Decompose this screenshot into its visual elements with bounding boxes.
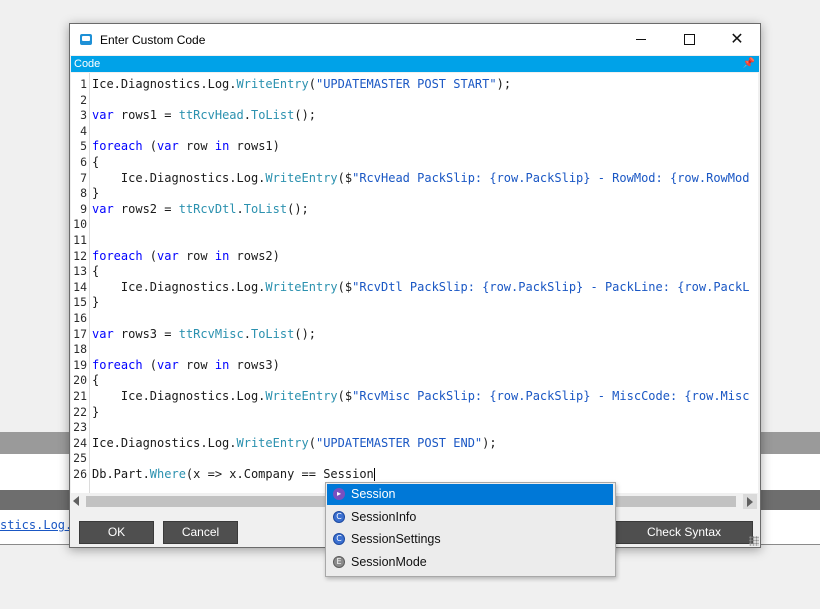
cancel-button[interactable]: Cancel <box>163 521 238 544</box>
scroll-left-icon[interactable] <box>73 496 79 506</box>
line-number: 25 <box>73 451 87 466</box>
line-number: 10 <box>73 217 87 232</box>
ok-button[interactable]: OK <box>79 521 154 544</box>
autocomplete-item[interactable]: ▸ Session <box>327 484 613 505</box>
class-icon: C <box>333 533 345 545</box>
pin-icon[interactable]: 📌 <box>743 56 755 72</box>
line-number: 8 <box>80 186 87 201</box>
autocomplete-popup: ▸ Session C SessionInfo C SessionSettings E Ses… <box>325 482 616 577</box>
resize-grip-icon[interactable] <box>749 536 759 546</box>
autocomplete-item[interactable]: C SessionInfo <box>327 507 613 528</box>
code-text[interactable]: } <box>92 186 99 200</box>
close-button[interactable]: ✕ <box>714 24 760 55</box>
line-number: 16 <box>73 311 87 325</box>
code-text[interactable]: foreach (var row in rows2) <box>92 249 280 263</box>
autocomplete-item[interactable]: C SessionSettings <box>327 529 613 550</box>
line-number: 11 <box>73 233 87 247</box>
check-syntax-button[interactable]: Check Syntax <box>615 521 753 544</box>
line-number: 9 <box>80 201 87 216</box>
line-number: 3 <box>80 108 87 123</box>
minimize-button[interactable] <box>618 24 664 55</box>
line-number: 7 <box>80 170 87 185</box>
code-text[interactable]: Ice.Diagnostics.Log.WriteEntry($"RcvDtl … <box>92 280 750 294</box>
line-number: 18 <box>73 342 87 357</box>
code-section-header: Code 📌 <box>71 56 759 72</box>
line-number: 13 <box>73 264 87 279</box>
maximize-icon <box>683 34 695 46</box>
title-bar[interactable]: Enter Custom Code ✕ <box>70 24 760 55</box>
line-number: 4 <box>80 123 87 138</box>
close-icon: ✕ <box>730 31 744 48</box>
autocomplete-item-label: SessionInfo <box>351 509 417 524</box>
line-number: 6 <box>80 155 87 169</box>
code-text[interactable]: Ice.Diagnostics.Log.WriteEntry($"RcvHead… <box>92 171 750 185</box>
scroll-right-icon[interactable] <box>747 497 753 507</box>
line-number: 2 <box>80 92 87 107</box>
code-editor[interactable]: 1 Ice.Diagnostics.Log.WriteEntry("UPDATEM… <box>71 73 758 493</box>
code-text[interactable]: foreach (var row in rows3) <box>92 358 280 372</box>
line-number: 19 <box>73 357 87 372</box>
code-text[interactable]: var rows3 = ttRcvMisc.ToList(); <box>92 327 316 341</box>
code-text[interactable]: Ice.Diagnostics.Log.WriteEntry("UPDATEMA… <box>92 77 511 91</box>
dialog-title: Enter Custom Code <box>100 33 206 47</box>
line-number: 15 <box>73 295 87 310</box>
line-number: 23 <box>73 420 87 435</box>
code-text[interactable]: } <box>92 405 99 419</box>
line-number: 26 <box>73 467 87 481</box>
code-text[interactable]: { <box>92 373 99 387</box>
code-text[interactable]: foreach (var row in rows1) <box>92 139 280 153</box>
code-text[interactable]: var rows2 = ttRcvDtl.ToList(); <box>92 202 309 216</box>
line-number: 1 <box>80 77 87 91</box>
code-text[interactable]: Ice.Diagnostics.Log.WriteEntry("UPDATEMA… <box>92 436 497 450</box>
autocomplete-item[interactable]: E SessionMode <box>327 552 613 573</box>
code-text[interactable]: var rows1 = ttRcvHead.ToList(); <box>92 108 316 122</box>
code-section-label: Code <box>74 58 101 70</box>
code-text[interactable]: { <box>92 264 99 278</box>
enum-icon: E <box>333 555 345 568</box>
property-icon: ▸ <box>333 488 345 500</box>
code-text[interactable]: Ice.Diagnostics.Log.WriteEntry($"RcvMisc… <box>92 389 750 403</box>
code-text[interactable]: Db.Part.Where(x => x.Company == Session <box>92 467 375 481</box>
line-number: 21 <box>73 389 87 403</box>
app-icon <box>80 34 92 45</box>
line-number: 20 <box>73 373 87 388</box>
line-number: 24 <box>73 435 87 450</box>
autocomplete-item-label: SessionMode <box>351 554 427 569</box>
line-number: 12 <box>73 248 87 263</box>
autocomplete-item-label: Session <box>351 487 396 501</box>
maximize-button[interactable] <box>666 24 712 55</box>
code-text[interactable]: { <box>92 155 99 169</box>
line-number: 5 <box>80 139 87 154</box>
minimize-icon <box>636 39 646 41</box>
line-number: 22 <box>73 404 87 419</box>
line-number: 14 <box>73 279 87 294</box>
code-text[interactable]: } <box>92 295 99 309</box>
custom-code-dialog: Enter Custom Code ✕ Code 📌 1 Ice.Diagnost… <box>69 23 761 548</box>
class-icon: C <box>333 510 345 523</box>
line-number: 17 <box>73 326 87 341</box>
autocomplete-item-label: SessionSettings <box>351 532 441 546</box>
